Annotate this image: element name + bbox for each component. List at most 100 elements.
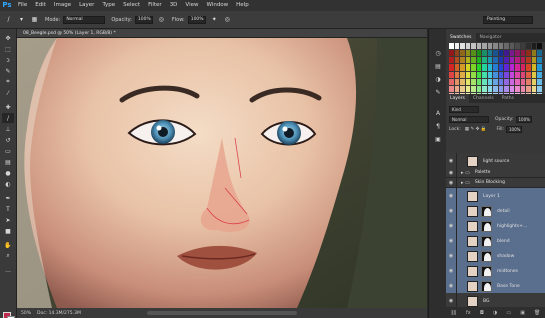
document-tab[interactable]: 08_Beegle.psd @ 50% (Layer 1, RGB/8) * [17, 29, 427, 38]
visibility-eye-icon[interactable]: ◉ [446, 153, 457, 169]
color-swatch[interactable] [504, 78, 509, 85]
color-swatch[interactable] [498, 71, 504, 78]
color-swatch[interactable] [515, 78, 520, 85]
add-mask-icon[interactable]: ◘ [480, 310, 484, 316]
color-swatch[interactable] [460, 57, 465, 64]
mode-select[interactable]: Normal [63, 15, 106, 24]
layer-style-icon[interactable]: fx [466, 310, 471, 316]
color-swatch[interactable] [471, 64, 476, 71]
lock-icons[interactable]: ▦ ✎ ✥ 🔒 [465, 127, 487, 132]
color-swatch[interactable] [504, 85, 509, 92]
folder-icon[interactable]: ▸ ▭ [461, 170, 470, 176]
color-swatch[interactable] [487, 57, 493, 64]
color-swatch[interactable] [498, 57, 504, 64]
color-swatch[interactable] [531, 43, 537, 50]
eraser-icon[interactable]: ▭ [2, 146, 14, 156]
color-swatch[interactable] [509, 85, 515, 92]
color-swatch[interactable] [520, 71, 526, 78]
menu-window[interactable]: Window [202, 0, 232, 11]
brush-size-icon[interactable]: ▾ [17, 15, 26, 24]
color-swatch[interactable] [449, 43, 454, 50]
color-swatch[interactable] [493, 64, 498, 71]
new-group-icon[interactable]: ▭ [506, 310, 511, 316]
color-swatch[interactable] [498, 43, 504, 50]
color-swatch[interactable] [476, 57, 482, 64]
visibility-eye-icon[interactable]: ◉ [446, 178, 457, 187]
fill-field[interactable]: 100% [506, 125, 522, 133]
color-swatch[interactable] [493, 50, 498, 57]
menu-file[interactable]: File [14, 0, 31, 11]
adjustment-layer-icon[interactable]: ◑ [493, 310, 497, 316]
color-swatch[interactable] [454, 85, 460, 92]
layer-mask-thumbnail[interactable] [481, 205, 492, 217]
flow-field[interactable]: 100% [187, 15, 206, 24]
color-swatch[interactable] [509, 43, 515, 50]
layer-mask-thumbnail[interactable] [481, 265, 492, 277]
color-swatch[interactable] [482, 43, 487, 50]
color-swatch[interactable] [498, 64, 504, 71]
color-swatch[interactable] [515, 43, 520, 50]
color-swatch[interactable] [526, 85, 531, 92]
folder-icon[interactable]: ▸ ▭ [461, 180, 470, 186]
color-swatch[interactable] [509, 78, 515, 85]
document-canvas[interactable] [17, 38, 427, 308]
color-swatch[interactable] [449, 57, 454, 64]
link-layers-icon[interactable]: ⛓ [451, 310, 457, 316]
blur-icon[interactable]: ● [2, 168, 14, 178]
color-swatch[interactable] [460, 43, 465, 50]
path-select-icon[interactable]: ➤ [2, 215, 14, 225]
new-layer-icon[interactable]: ▣ [520, 310, 525, 316]
color-swatch[interactable] [460, 50, 465, 57]
menu-type[interactable]: Type [98, 0, 119, 11]
color-swatch[interactable] [509, 50, 515, 57]
color-swatch[interactable] [537, 85, 542, 92]
color-swatch[interactable] [526, 43, 531, 50]
adjustments-panel-icon[interactable]: ◑ [433, 75, 443, 84]
opacity-field[interactable]: 100% [134, 15, 153, 24]
color-swatch[interactable] [537, 57, 542, 64]
layer-mask-thumbnail[interactable] [481, 235, 492, 247]
color-swatch[interactable] [509, 57, 515, 64]
color-swatch[interactable] [537, 64, 542, 71]
layer-mask-thumbnail[interactable] [481, 250, 492, 262]
blend-mode-select[interactable]: Normal [449, 115, 489, 123]
color-swatch[interactable] [465, 64, 471, 71]
color-swatch[interactable] [526, 78, 531, 85]
color-swatch[interactable] [520, 78, 526, 85]
menu-help[interactable]: Help [232, 0, 253, 11]
color-swatch[interactable] [449, 71, 454, 78]
color-swatch[interactable] [460, 85, 465, 92]
pressure-size-icon[interactable]: ◎ [223, 15, 232, 24]
color-swatch[interactable] [476, 64, 482, 71]
menu-3d[interactable]: 3D [166, 0, 182, 11]
color-swatch[interactable] [471, 71, 476, 78]
color-swatch[interactable] [531, 78, 537, 85]
menu-layer[interactable]: Layer [75, 0, 98, 11]
color-swatch[interactable] [487, 43, 493, 50]
hand-icon[interactable]: ✋ [2, 240, 14, 250]
move-icon[interactable]: ✥ [2, 33, 14, 43]
tab-navigator[interactable]: Navigator [476, 33, 506, 42]
color-swatch[interactable] [449, 78, 454, 85]
color-swatch[interactable] [487, 50, 493, 57]
visibility-eye-icon[interactable]: ◉ [446, 263, 457, 279]
color-swatch[interactable] [460, 71, 465, 78]
color-swatch[interactable] [537, 50, 542, 57]
color-swatch[interactable] [487, 78, 493, 85]
horizontal-scrollbar[interactable] [147, 311, 297, 315]
color-swatch[interactable] [504, 64, 509, 71]
visibility-eye-icon[interactable]: ◉ [446, 233, 457, 249]
color-swatch[interactable] [476, 85, 482, 92]
swatches-grid[interactable] [449, 43, 542, 99]
color-swatch[interactable] [449, 64, 454, 71]
color-swatch[interactable] [504, 50, 509, 57]
brush-panel-icon[interactable]: ▦ [30, 15, 39, 24]
visibility-eye-icon[interactable]: ◉ [446, 278, 457, 294]
color-swatch[interactable] [454, 78, 460, 85]
color-swatch[interactable] [515, 64, 520, 71]
color-swatch[interactable] [531, 71, 537, 78]
color-swatch[interactable] [465, 57, 471, 64]
gradient-icon[interactable]: ▤ [2, 157, 14, 167]
color-swatch[interactable] [471, 50, 476, 57]
color-swatch[interactable] [471, 78, 476, 85]
